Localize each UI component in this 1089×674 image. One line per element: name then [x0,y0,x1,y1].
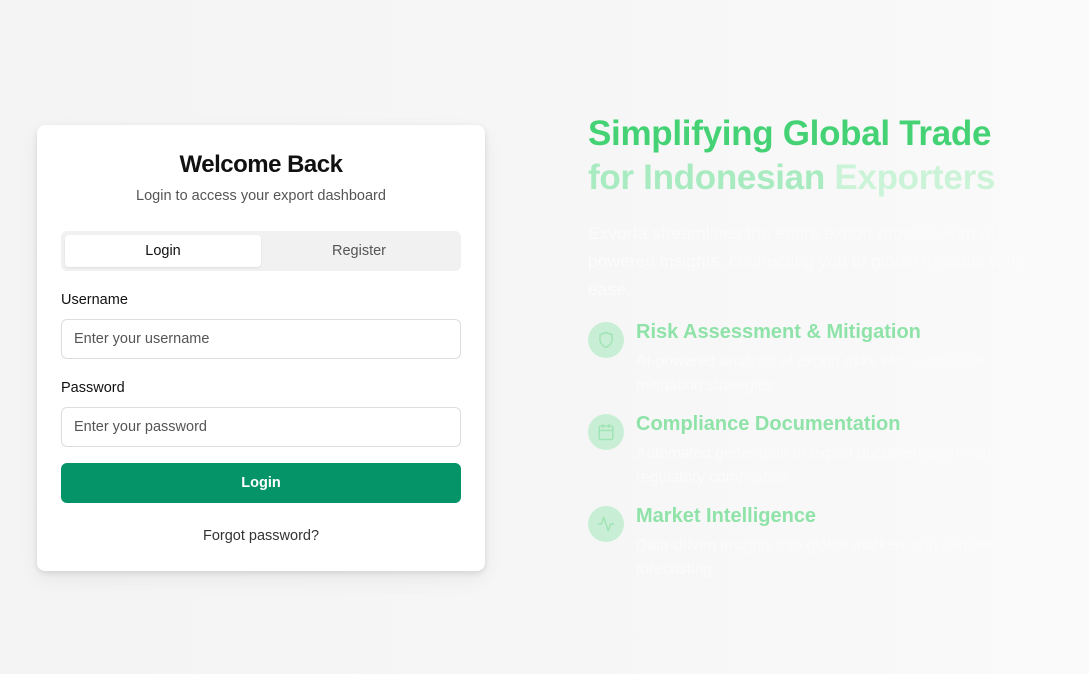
shield-icon [588,322,624,358]
hero-title-line2-part2: Exporters [834,158,996,197]
tab-login[interactable]: Login [65,235,261,267]
hero-section: Simplifying Global Trade for Indonesian … [588,112,1058,578]
feature-title: Compliance Documentation [636,413,901,435]
feature-description: Data-driven insights into global markets… [636,537,998,578]
feature-description: Automated generation of export documenta… [636,445,992,486]
password-label: Password [61,380,125,396]
hero-title-line2-part1: for Indonesian [588,158,835,197]
forgot-password-link[interactable]: Forgot password? [37,528,485,544]
hero-title-line1: Simplifying Global Trade [588,114,992,153]
username-label: Username [61,292,128,308]
calendar-icon [588,414,624,450]
hero-title: Simplifying Global Trade for Indonesian … [588,112,1058,200]
feature-title: Risk Assessment & Mitigation [636,321,921,343]
login-page: Welcome Back Login to access your export… [0,0,1089,674]
password-input[interactable] [61,407,461,447]
card-title: Welcome Back [179,151,343,178]
hero-description: Exvorta streamlines the entire export pr… [588,223,1021,299]
auth-tabs: Login Register [61,231,461,271]
activity-icon [588,506,624,542]
hero-title-line2: for Indonesian Exporters [588,156,1058,200]
card-subtitle: Login to access your export dashboard [136,188,386,204]
tab-register[interactable]: Register [261,235,457,267]
login-button[interactable]: Login [61,463,461,503]
feature-title: Market Intelligence [636,505,817,527]
login-card: Welcome Back Login to access your export… [37,125,485,571]
feature-description: AI-powered analysis of export risks with… [636,353,984,394]
username-input[interactable] [61,319,461,359]
